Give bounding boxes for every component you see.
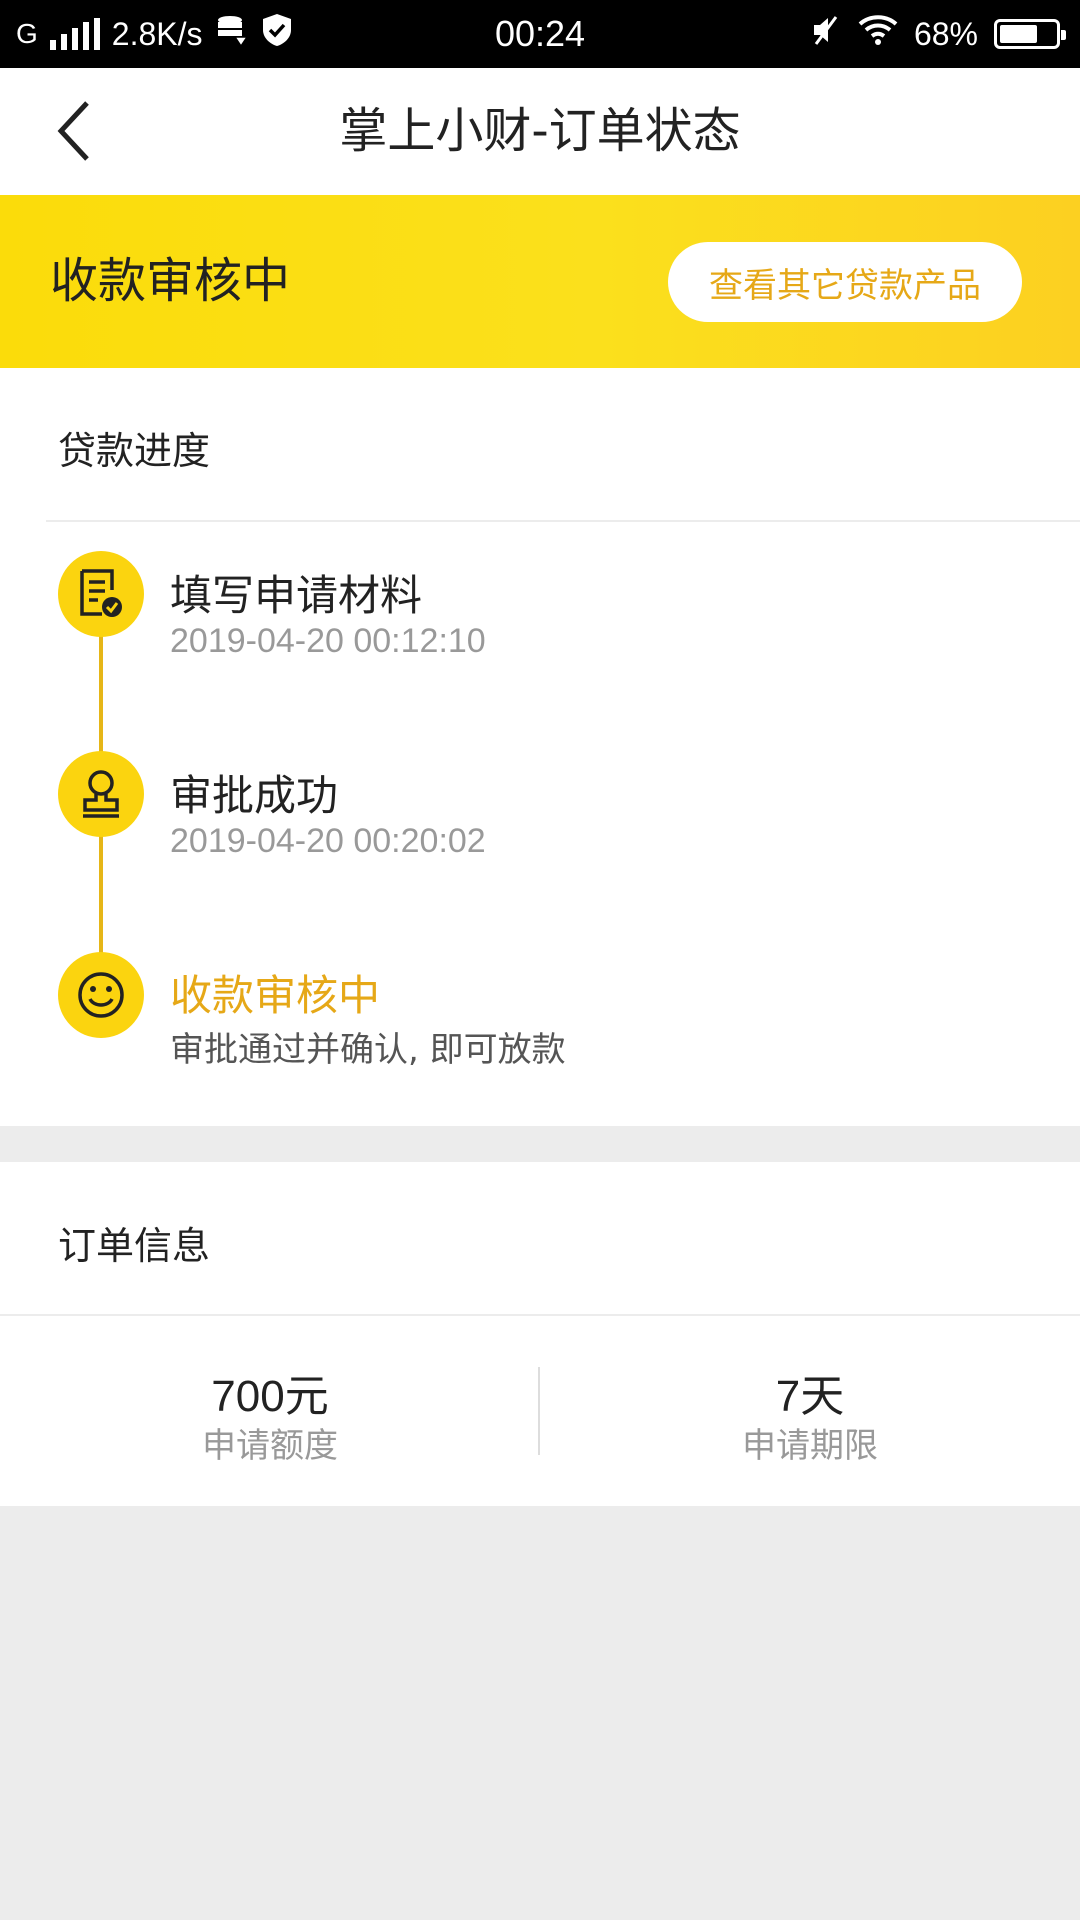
loan-term-label: 申请期限 — [742, 1426, 878, 1466]
status-bar-left: G 2.8K/s — [16, 0, 293, 68]
signal-icon — [49, 18, 100, 50]
back-button[interactable] — [40, 96, 110, 166]
step-timestamp: 2019-04-20 00:12:10 — [170, 622, 486, 660]
status-bar: G 2.8K/s 00:24 68% — [0, 0, 1080, 68]
page-title: 掌上小财-订单状态 — [339, 103, 741, 159]
data-saver-icon — [215, 13, 249, 55]
order-divider — [0, 1314, 1080, 1316]
step-title-current: 收款审核中 — [170, 971, 381, 1020]
loan-progress-card — [0, 368, 1080, 1126]
wifi-icon — [858, 14, 898, 54]
stamp-icon — [58, 751, 144, 837]
loan-term-value: 7天 — [775, 1372, 845, 1421]
battery-percent: 68% — [913, 15, 978, 52]
step-title: 填写申请材料 — [170, 571, 423, 620]
loan-amount-value: 700元 — [211, 1372, 329, 1421]
step-description: 审批通过并确认, 即可放款 — [170, 1030, 566, 1070]
step-timestamp: 2019-04-20 00:20:02 — [170, 822, 486, 860]
network-type: G — [16, 18, 38, 49]
smiley-icon — [58, 952, 144, 1038]
step-title: 审批成功 — [170, 771, 339, 820]
status-bar-right: 68% — [810, 0, 1066, 68]
nav-bar: 掌上小财-订单状态 — [0, 68, 1080, 195]
battery-icon — [994, 19, 1066, 49]
shield-icon — [261, 13, 293, 55]
chevron-left-icon — [57, 101, 89, 161]
mute-icon — [810, 14, 842, 54]
banner-status: 收款审核中 — [50, 253, 291, 309]
other-loan-products-button[interactable]: 查看其它贷款产品 — [668, 242, 1022, 322]
loan-amount-label: 申请额度 — [202, 1426, 338, 1466]
network-speed: 2.8K/s — [111, 15, 203, 52]
progress-divider — [46, 520, 1080, 522]
order-section-title: 订单信息 — [58, 1224, 211, 1268]
progress-section-title: 贷款进度 — [58, 429, 211, 473]
document-check-icon — [58, 551, 144, 637]
